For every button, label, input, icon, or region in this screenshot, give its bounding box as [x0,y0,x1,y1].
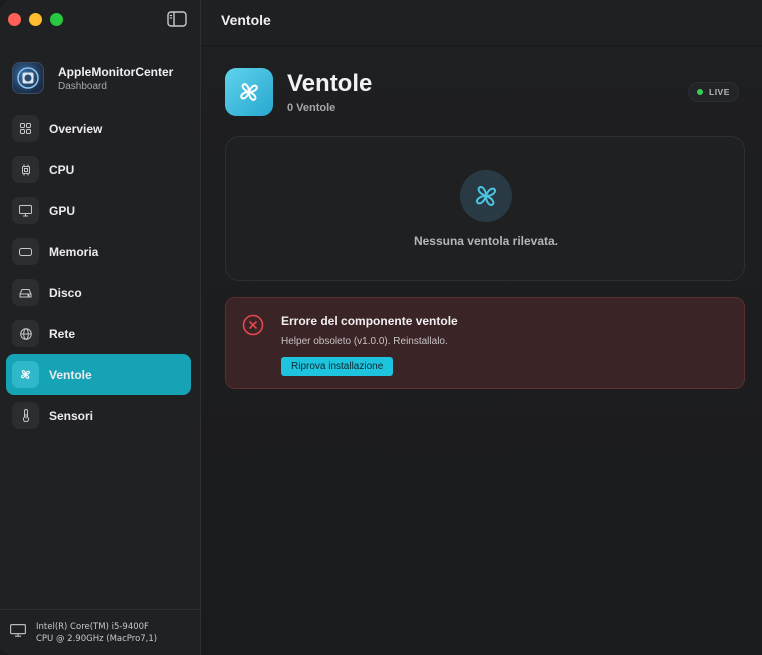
cpu-model-line2: CPU @ 2.90GHz (MacPro7,1) [36,633,158,644]
sidebar-item-label: GPU [49,203,76,218]
sidebar-item-label: Overview [49,121,103,136]
memory-icon [12,238,39,265]
zoom-window-button[interactable] [50,13,63,26]
sidebar: AppleMonitorCenter Dashboard Overview CP… [0,0,201,655]
window-controls [8,13,63,26]
page-title: Ventole [287,70,373,97]
fan-count: 0 Ventole [287,102,336,114]
sidebar-item-sensori[interactable]: Sensori [6,395,191,436]
app-subtitle: Dashboard [58,80,107,92]
close-window-button[interactable] [8,13,21,26]
app-logo-icon [12,62,44,94]
sidebar-item-rete[interactable]: Rete [6,313,191,354]
sidebar-item-label: Ventole [49,367,92,382]
app-name: AppleMonitorCenter [58,64,174,79]
cpu-info-footer: Intel(R) Core(TM) i5-9400F CPU @ 2.90GHz… [0,609,200,655]
sidebar-item-label: Sensori [49,408,94,423]
retry-install-button[interactable]: Riprova installazione [281,357,394,376]
sidebar-item-memoria[interactable]: Memoria [6,231,191,272]
minimize-window-button[interactable] [29,13,42,26]
toolbar: Ventole [201,0,762,46]
sidebar-item-ventole[interactable]: Ventole [6,354,191,395]
monitor-icon [12,197,39,224]
sidebar-item-disco[interactable]: Disco [6,272,191,313]
sidebar-item-label: Disco [49,285,82,300]
sidebar-item-cpu[interactable]: CPU [6,149,191,190]
sidebar-item-overview[interactable]: Overview [6,108,191,149]
main-content: Ventole 0 Ventole LIVE Nessuna ventola r… [201,46,762,655]
disk-icon [12,279,39,306]
globe-icon [12,320,39,347]
sidebar-item-label: Memoria [49,244,99,259]
empty-state-message: Nessuna ventola rilevata. [413,234,559,248]
live-badge: LIVE [688,82,739,102]
error-card: Errore del componente ventole Helper obs… [225,297,745,389]
cpu-model-line1: Intel(R) Core(TM) i5-9400F [36,621,149,632]
grid-icon [12,115,39,142]
fan-icon [460,170,512,222]
cpu-chip-icon [12,156,39,183]
computer-icon [10,623,27,642]
fan-icon [12,361,39,388]
sidebar-nav: Overview CPU GPU Memoria Disco Rete Vent… [6,108,191,436]
sidebar-item-label: Rete [49,326,76,341]
sidebar-item-label: CPU [49,162,75,177]
error-x-circle-icon [242,314,264,336]
error-message: Helper obsoleto (v1.0.0). Reinstallalo. [281,336,448,347]
sidebar-item-gpu[interactable]: GPU [6,190,191,231]
live-status-dot [697,89,703,95]
app-header: AppleMonitorCenter Dashboard [12,62,173,94]
fan-icon [225,68,273,116]
error-title: Errore del componente ventole [281,314,458,328]
thermometer-icon [12,402,39,429]
window-title: Ventole [221,12,271,28]
live-label: LIVE [709,87,730,97]
empty-state-card: Nessuna ventola rilevata. [225,136,745,281]
sidebar-toggle-icon[interactable] [167,11,187,27]
